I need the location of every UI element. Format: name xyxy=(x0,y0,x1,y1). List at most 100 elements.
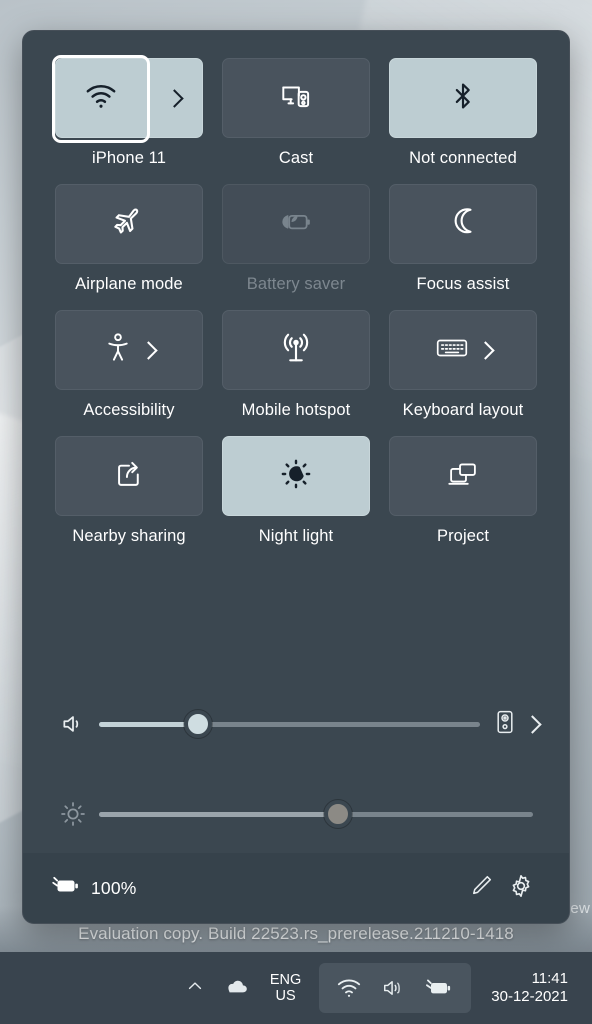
tile-label-nearby-sharing: Nearby sharing xyxy=(72,527,186,545)
tile-night-light[interactable] xyxy=(222,436,370,516)
tile-project[interactable] xyxy=(389,436,537,516)
quick-settings-cell-bluetooth: Not connected xyxy=(389,58,537,168)
quick-settings-row: Airplane mode Battery saver Focus assist xyxy=(55,184,537,294)
language-line-2: US xyxy=(275,988,296,1004)
bluetooth-icon xyxy=(449,80,477,117)
quick-settings-tile-grid: iPhone 11 Cast Not connected Airplane mo… xyxy=(23,31,569,562)
hotspot-icon xyxy=(279,333,313,368)
brightness-icon xyxy=(53,800,93,828)
chevron-right-icon[interactable] xyxy=(138,340,158,360)
tile-label-airplane-mode: Airplane mode xyxy=(75,275,183,293)
quick-settings-cell-focus-assist: Focus assist xyxy=(389,184,537,294)
quick-settings-tray-button[interactable] xyxy=(319,963,472,1013)
quick-settings-cell-keyboard-layout: Keyboard layout xyxy=(389,310,537,420)
tile-label-keyboard-layout: Keyboard layout xyxy=(402,401,524,419)
quick-settings-cell-night-light: Night light xyxy=(222,436,370,546)
tile-nearby-sharing[interactable] xyxy=(55,436,203,516)
quick-settings-sliders xyxy=(23,693,569,845)
volume-slider-thumb[interactable] xyxy=(184,710,213,738)
battery-charging-icon xyxy=(51,875,81,902)
chevron-right-icon[interactable] xyxy=(475,340,495,360)
audio-output-selector[interactable] xyxy=(494,709,542,740)
gear-icon xyxy=(508,873,534,904)
onedrive-tray-button[interactable] xyxy=(214,965,258,1011)
quick-settings-row: Accessibility Mobile hotspot Keyboard la… xyxy=(55,310,537,420)
chevron-up-icon xyxy=(185,976,205,1001)
brightness-slider-row xyxy=(53,783,539,845)
airplane-icon xyxy=(112,206,146,243)
tile-label-focus-assist: Focus assist xyxy=(416,275,510,293)
quick-settings-cell-mobile-hotspot: Mobile hotspot xyxy=(222,310,370,420)
quick-settings-cell-wifi: iPhone 11 xyxy=(52,55,203,168)
tile-wifi-toggle[interactable] xyxy=(52,55,150,143)
tile-cast[interactable] xyxy=(222,58,370,138)
tray-volume-icon xyxy=(373,969,413,1007)
quick-settings-cell-project: Project xyxy=(389,436,537,546)
cloud-icon xyxy=(223,976,249,1001)
night-light-icon xyxy=(281,459,311,494)
tile-battery-saver xyxy=(222,184,370,264)
tray-wifi-icon xyxy=(329,969,369,1007)
quick-settings-cell-battery-saver: Battery saver xyxy=(222,184,370,294)
project-icon xyxy=(447,460,479,493)
tile-airplane-mode[interactable] xyxy=(55,184,203,264)
quick-settings-cell-airplane-mode: Airplane mode xyxy=(55,184,203,294)
tile-label-accessibility: Accessibility xyxy=(83,401,175,419)
clock-date: 30-12-2021 xyxy=(491,988,568,1005)
brightness-slider-fill xyxy=(99,811,338,817)
tile-accessibility[interactable] xyxy=(55,310,203,390)
evaluation-copy-watermark: Evaluation copy. Build 22523.rs_prerelea… xyxy=(78,924,514,943)
tray-battery-icon xyxy=(417,969,461,1007)
battery-status[interactable]: 100% xyxy=(51,875,137,902)
quick-settings-panel: iPhone 11 Cast Not connected Airplane mo… xyxy=(22,30,570,924)
clock-time: 11:41 xyxy=(531,970,568,987)
tile-label-project: Project xyxy=(436,527,490,545)
tile-bluetooth[interactable] xyxy=(389,58,537,138)
pencil-icon xyxy=(469,873,494,903)
tile-keyboard-layout-content xyxy=(435,335,495,366)
language-indicator[interactable]: ENG US xyxy=(258,965,313,1011)
volume-slider-row xyxy=(53,693,542,755)
battery-saver-icon xyxy=(279,208,313,241)
chevron-right-icon xyxy=(523,714,542,734)
tile-focus-assist[interactable] xyxy=(389,184,537,264)
quick-settings-row: iPhone 11 Cast Not connected xyxy=(52,55,537,168)
tile-wifi[interactable] xyxy=(52,55,203,143)
battery-percentage: 100% xyxy=(91,877,137,898)
quick-settings-cell-accessibility: Accessibility xyxy=(55,310,203,420)
brightness-slider[interactable] xyxy=(99,800,533,828)
tile-label-cast: Cast xyxy=(278,149,314,167)
clock[interactable]: 11:41 30-12-2021 xyxy=(477,970,578,1006)
edit-quick-settings-button[interactable] xyxy=(461,868,501,908)
speaker-icon[interactable] xyxy=(53,711,93,737)
audio-device-icon xyxy=(494,709,516,740)
tile-label-battery-saver: Battery saver xyxy=(246,275,346,293)
tile-keyboard-layout[interactable] xyxy=(389,310,537,390)
moon-icon xyxy=(448,206,478,243)
tile-label-night-light: Night light xyxy=(258,527,334,545)
brightness-slider-thumb[interactable] xyxy=(323,800,352,828)
taskbar: ENG US 11:41 30-12-2021 xyxy=(0,952,592,1024)
volume-slider[interactable] xyxy=(99,710,480,738)
tile-label-wifi: iPhone 11 xyxy=(92,149,166,167)
quick-settings-cell-nearby-sharing: Nearby sharing xyxy=(55,436,203,546)
accessibility-icon xyxy=(104,332,132,369)
tile-label-bluetooth: Not connected xyxy=(409,149,517,167)
tile-wifi-expand[interactable] xyxy=(146,59,202,137)
tray-overflow-button[interactable] xyxy=(176,965,214,1011)
chevron-right-icon xyxy=(164,88,184,108)
watermark-right-fragment: ew xyxy=(570,900,590,917)
screen: ew Evaluation copy. Build 22523.rs_prere… xyxy=(0,0,592,1024)
tile-mobile-hotspot[interactable] xyxy=(222,310,370,390)
cast-icon xyxy=(279,81,313,116)
quick-settings-footer: 100% xyxy=(23,853,569,923)
keyboard-icon xyxy=(435,335,469,366)
wifi-icon xyxy=(84,82,118,115)
nearby-sharing-icon xyxy=(114,459,144,494)
quick-settings-row: Nearby sharing Night light Project xyxy=(55,436,537,546)
language-line-1: ENG xyxy=(269,971,302,988)
tile-label-mobile-hotspot: Mobile hotspot xyxy=(241,401,351,419)
tile-accessibility-content xyxy=(104,332,158,369)
settings-button[interactable] xyxy=(501,868,541,908)
quick-settings-cell-cast: Cast xyxy=(222,58,370,168)
